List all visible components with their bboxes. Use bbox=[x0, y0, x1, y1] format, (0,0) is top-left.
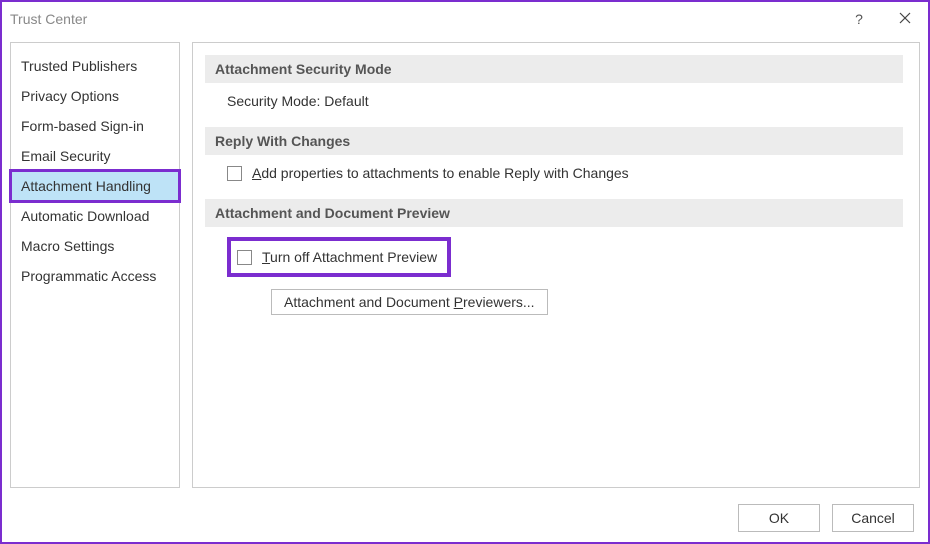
sidebar-item-trusted-publishers[interactable]: Trusted Publishers bbox=[11, 51, 179, 81]
sidebar-item-privacy-options[interactable]: Privacy Options bbox=[11, 81, 179, 111]
cancel-button[interactable]: Cancel bbox=[832, 504, 914, 532]
ok-button[interactable]: OK bbox=[738, 504, 820, 532]
turn-off-preview-checkbox-label: Turn off Attachment Preview bbox=[262, 249, 437, 265]
sidebar: Trusted Publishers Privacy Options Form-… bbox=[10, 42, 180, 488]
sidebar-item-label: Email Security bbox=[21, 148, 110, 164]
previewers-button[interactable]: Attachment and Document Previewers... bbox=[271, 289, 548, 315]
close-icon bbox=[899, 11, 911, 27]
sidebar-item-form-based-sign-in[interactable]: Form-based Sign-in bbox=[11, 111, 179, 141]
section-body-security-mode: Security Mode: Default bbox=[227, 93, 903, 109]
sidebar-item-label: Attachment Handling bbox=[21, 178, 151, 194]
cancel-button-label: Cancel bbox=[851, 510, 895, 526]
ok-button-label: OK bbox=[769, 510, 789, 526]
sidebar-item-macro-settings[interactable]: Macro Settings bbox=[11, 231, 179, 261]
titlebar-actions: ? bbox=[836, 2, 928, 36]
sidebar-item-label: Privacy Options bbox=[21, 88, 119, 104]
window-title: Trust Center bbox=[10, 11, 87, 27]
sidebar-item-attachment-handling[interactable]: Attachment Handling bbox=[11, 171, 179, 201]
section-body-preview: Turn off Attachment Preview Attachment a… bbox=[227, 237, 903, 315]
checkbox-icon bbox=[227, 166, 242, 181]
security-mode-value: Security Mode: Default bbox=[227, 93, 369, 109]
reply-changes-checkbox-label: Add properties to attachments to enable … bbox=[252, 165, 629, 181]
section-header-preview: Attachment and Document Preview bbox=[205, 199, 903, 227]
sidebar-item-label: Form-based Sign-in bbox=[21, 118, 144, 134]
titlebar: Trust Center ? bbox=[2, 2, 928, 36]
sidebar-item-email-security[interactable]: Email Security bbox=[11, 141, 179, 171]
sidebar-item-label: Automatic Download bbox=[21, 208, 149, 224]
dialog-body: Trusted Publishers Privacy Options Form-… bbox=[2, 36, 928, 494]
trust-center-window: Trust Center ? Trusted Publishers Privac… bbox=[0, 0, 930, 544]
sidebar-item-programmatic-access[interactable]: Programmatic Access bbox=[11, 261, 179, 291]
reply-changes-checkbox-row[interactable]: Add properties to attachments to enable … bbox=[227, 165, 903, 181]
content-pane: Attachment Security Mode Security Mode: … bbox=[192, 42, 920, 488]
checkbox-icon bbox=[237, 250, 252, 265]
turn-off-preview-checkbox-row[interactable]: Turn off Attachment Preview bbox=[237, 249, 437, 265]
help-button[interactable]: ? bbox=[836, 2, 882, 36]
help-icon: ? bbox=[855, 11, 863, 27]
dialog-footer: OK Cancel bbox=[2, 494, 928, 542]
sidebar-item-label: Trusted Publishers bbox=[21, 58, 137, 74]
section-header-security-mode: Attachment Security Mode bbox=[205, 55, 903, 83]
section-header-reply-changes: Reply With Changes bbox=[205, 127, 903, 155]
close-button[interactable] bbox=[882, 2, 928, 36]
highlight-annotation: Turn off Attachment Preview bbox=[227, 237, 451, 277]
sidebar-item-automatic-download[interactable]: Automatic Download bbox=[11, 201, 179, 231]
sidebar-item-label: Programmatic Access bbox=[21, 268, 156, 284]
sidebar-item-label: Macro Settings bbox=[21, 238, 114, 254]
section-body-reply-changes: Add properties to attachments to enable … bbox=[227, 165, 903, 181]
